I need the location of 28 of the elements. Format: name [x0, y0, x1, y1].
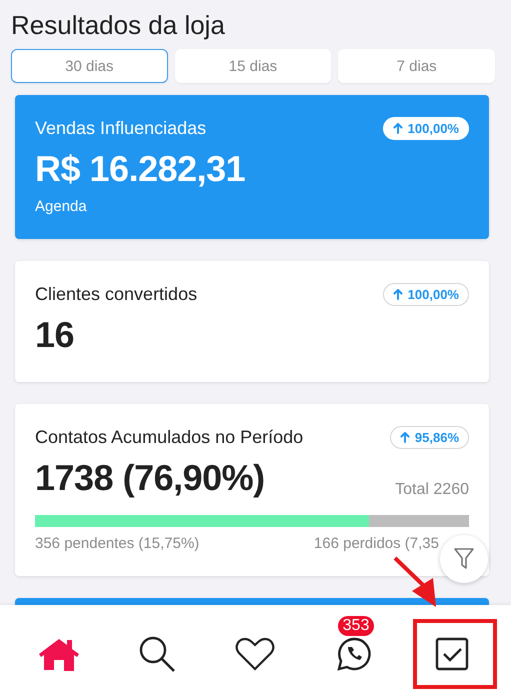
- period-tab[interactable]: 7 dias: [338, 49, 495, 83]
- filter-icon: [454, 548, 474, 570]
- arrow-up-icon: [392, 289, 403, 300]
- card-value: 16: [35, 313, 76, 357]
- nav-button[interactable]: 353: [324, 616, 384, 682]
- period-tab[interactable]: 15 dias: [174, 49, 332, 83]
- total-label: Total 2260: [395, 481, 469, 500]
- lost-label: 166 perdidos (7,35: [314, 535, 439, 552]
- card-value: R$ 16.282,31: [35, 147, 246, 191]
- home-icon: [37, 636, 82, 670]
- annotation-arrow: [394, 556, 436, 607]
- period-tab[interactable]: 30 dias: [11, 49, 168, 83]
- card-value: 1738 (76,90%): [35, 456, 265, 500]
- trend-badge: 100,00%: [382, 283, 469, 306]
- notification-badge: 353: [338, 616, 374, 636]
- heart-icon: [235, 636, 276, 670]
- card-subtitle: Agenda: [35, 198, 88, 215]
- card-title: Contatos Acumulados no Período: [35, 427, 304, 448]
- chat-icon: [336, 636, 372, 672]
- arrow-up-icon: [400, 432, 410, 443]
- trend-badge: 100,00%: [382, 117, 469, 140]
- card-title: Vendas Influenciadas: [35, 118, 206, 139]
- card-title: Clientes convertidos: [35, 284, 198, 305]
- arrow-up-icon: [392, 123, 403, 134]
- page-title: Resultados da loja: [11, 9, 226, 42]
- checkbox-icon: [434, 636, 469, 670]
- trend-badge: 95,86%: [390, 426, 469, 449]
- pending-label: 356 pendentes (15,75%): [35, 535, 200, 552]
